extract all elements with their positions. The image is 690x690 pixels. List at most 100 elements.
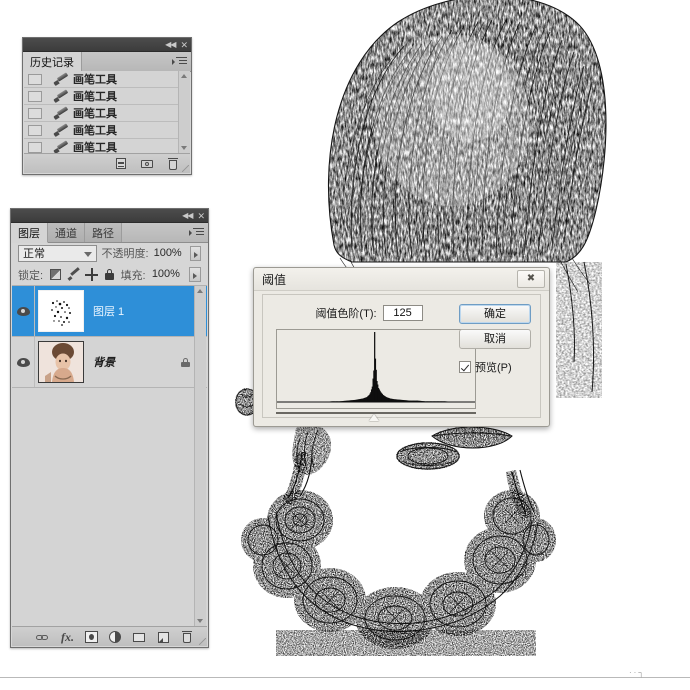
canvas-bottom-divider: [0, 677, 690, 678]
history-state-row[interactable]: ▷ 画笔工具: [24, 122, 190, 139]
history-source-checkbox[interactable]: [28, 141, 42, 153]
tab-paths-label: 路径: [92, 227, 114, 240]
dialog-title: 阈值: [262, 272, 287, 287]
threshold-level-row: 阈值色阶(T): 125: [263, 305, 475, 321]
panel-resize-grip[interactable]: [199, 638, 206, 645]
new-layer-icon[interactable]: [156, 630, 171, 644]
opacity-value[interactable]: 100%: [154, 246, 185, 261]
blend-mode-row[interactable]: 正常 不透明度: 100%: [12, 242, 207, 264]
history-panel-titlebar[interactable]: ◀◀ ✕: [23, 38, 191, 52]
layers-panel[interactable]: ◀◀ ✕ 图层 通道 路径 正常 不透明度: 100% 锁定: 填充: 100%: [10, 208, 209, 648]
preview-label: 预览(P): [475, 362, 512, 374]
history-state-row[interactable]: ▷ 画笔工具: [24, 88, 190, 105]
layer-locked-icon: [181, 358, 190, 367]
scroll-up-arrow-icon[interactable]: [181, 74, 187, 78]
history-panel-footer[interactable]: [24, 153, 190, 173]
layers-panel-footer[interactable]: fx.: [12, 626, 207, 646]
tab-history-label: 历史记录: [30, 56, 74, 69]
history-source-checkbox[interactable]: [28, 107, 42, 119]
collapse-arrows-icon[interactable]: ◀◀: [165, 40, 176, 49]
layer-visibility-toggle[interactable]: [12, 337, 35, 387]
fill-value[interactable]: 100%: [152, 267, 183, 282]
history-state-label: 画笔工具: [73, 125, 117, 137]
new-snapshot-icon[interactable]: [140, 157, 154, 171]
threshold-dialog[interactable]: 阈值 ✖ 阈值色阶(T): 125 确定 取消 预览(P): [253, 267, 550, 427]
brush-tool-icon: [53, 90, 68, 103]
scroll-down-arrow-icon[interactable]: [181, 146, 187, 150]
history-state-row[interactable]: ▷ 画笔工具: [24, 105, 190, 122]
history-current-arrow-icon: ▷: [42, 75, 50, 83]
ok-button[interactable]: 确定: [459, 304, 531, 324]
brush-tool-icon: [53, 107, 68, 120]
history-state-label: 画笔工具: [73, 108, 117, 120]
history-state-row[interactable]: ▷ 画笔工具: [24, 71, 190, 88]
threshold-level-input[interactable]: 125: [382, 305, 423, 321]
delete-layer-icon[interactable]: [180, 630, 195, 644]
layers-panel-titlebar[interactable]: ◀◀ ✕: [11, 209, 208, 223]
brush-tool-icon: [53, 124, 68, 137]
opacity-stepper[interactable]: [189, 245, 201, 261]
history-source-checkbox[interactable]: [28, 124, 42, 136]
blend-mode-value: 正常: [23, 248, 45, 260]
blend-mode-select[interactable]: 正常: [18, 244, 97, 262]
lock-controls-row[interactable]: 锁定: 填充: 100%: [12, 264, 207, 286]
history-source-checkbox[interactable]: [28, 90, 42, 102]
history-scrollbar[interactable]: [178, 71, 190, 153]
history-current-arrow-icon: ▷: [42, 92, 50, 100]
history-current-arrow-icon: ▷: [42, 143, 50, 151]
tab-history[interactable]: 历史记录: [23, 52, 82, 72]
preview-checkbox[interactable]: [459, 361, 471, 373]
dialog-titlebar[interactable]: 阈值 ✖: [254, 268, 549, 291]
delete-state-icon[interactable]: [166, 157, 180, 171]
lock-position-icon[interactable]: [84, 268, 98, 281]
history-panel-tabrow[interactable]: 历史记录: [23, 52, 191, 72]
layer-visibility-toggle[interactable]: [12, 286, 35, 336]
close-icon[interactable]: ✖: [517, 270, 545, 288]
layer-row-selected[interactable]: 图层 1: [12, 286, 207, 337]
layer-thumbnail[interactable]: [38, 341, 84, 383]
history-state-row[interactable]: ▷ 画笔工具: [24, 139, 190, 153]
brush-tool-icon: [53, 73, 68, 86]
new-group-icon[interactable]: [132, 630, 147, 644]
layers-panel-tabrow[interactable]: 图层 通道 路径: [11, 223, 208, 243]
preview-checkbox-row[interactable]: 预览(P): [459, 359, 531, 375]
tab-channels[interactable]: 通道: [48, 223, 85, 242]
add-layer-mask-icon[interactable]: [84, 630, 99, 644]
cancel-button[interactable]: 取消: [459, 329, 531, 349]
layer-style-fx-icon[interactable]: fx.: [60, 630, 75, 644]
new-adjustment-layer-icon[interactable]: [108, 630, 123, 644]
layer-name[interactable]: 图层 1: [93, 303, 124, 319]
close-icon[interactable]: ✕: [197, 211, 205, 220]
threshold-slider-thumb[interactable]: [369, 414, 379, 421]
close-icon[interactable]: ✕: [180, 40, 188, 49]
history-source-checkbox[interactable]: [28, 73, 42, 85]
fill-label: 填充:: [120, 269, 146, 282]
collapse-arrows-icon[interactable]: ◀◀: [182, 211, 193, 220]
brush-tool-icon: [53, 141, 68, 154]
history-panel[interactable]: ◀◀ ✕ 历史记录 ▷ 画笔工具 ▷ 画笔工具 ▷ 画笔工具: [22, 37, 192, 175]
layer-name[interactable]: 背景: [93, 354, 115, 370]
layer-thumbnail[interactable]: [38, 290, 84, 332]
panel-resize-grip[interactable]: [182, 165, 189, 172]
lock-label: 锁定:: [18, 269, 44, 282]
tab-paths[interactable]: 路径: [85, 223, 122, 242]
tab-layers[interactable]: 图层: [11, 223, 48, 243]
new-document-icon[interactable]: [114, 157, 128, 171]
layer-row[interactable]: 背景: [12, 337, 207, 388]
scroll-down-arrow-icon[interactable]: [197, 619, 203, 623]
dialog-body: 阈值色阶(T): 125 确定 取消 预览(P): [262, 294, 541, 421]
history-state-label: 画笔工具: [73, 142, 117, 153]
history-state-list[interactable]: ▷ 画笔工具 ▷ 画笔工具 ▷ 画笔工具 ▷ 画笔工具 ▷ 画笔工具: [24, 71, 190, 153]
layer-list[interactable]: 图层 1 背景: [12, 286, 207, 626]
panel-menu-icon[interactable]: [172, 57, 187, 66]
panel-menu-icon[interactable]: [189, 228, 204, 237]
lock-pixels-icon[interactable]: [67, 268, 79, 281]
layers-scrollbar[interactable]: [194, 286, 206, 626]
history-state-label: 画笔工具: [73, 74, 117, 86]
scroll-up-arrow-icon[interactable]: [197, 289, 203, 293]
eye-icon: [16, 357, 30, 367]
lock-all-icon[interactable]: [103, 268, 115, 281]
lock-transparency-icon[interactable]: [49, 268, 61, 281]
fill-stepper[interactable]: [188, 267, 201, 282]
link-layers-icon[interactable]: [36, 630, 51, 644]
